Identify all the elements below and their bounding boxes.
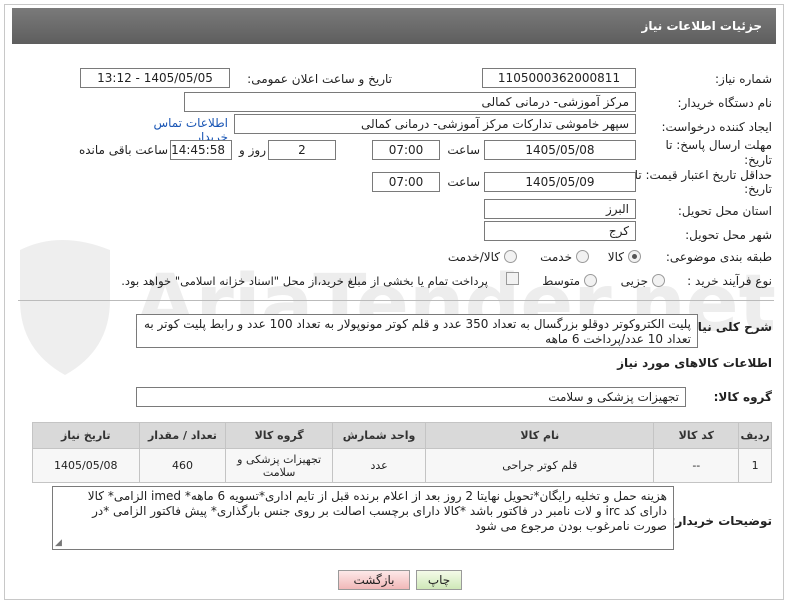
cell-date: 1405/05/08: [32, 448, 140, 483]
category-option-both: کالا/خدمت: [447, 250, 500, 264]
remaining-time-field[interactable]: 14:45:58: [170, 140, 232, 160]
province-label: استان محل تحویل:: [677, 204, 772, 218]
category-radio-goods[interactable]: [628, 250, 641, 263]
price-time-label: ساعت: [447, 175, 480, 189]
process-option-medium: متوسط: [542, 274, 580, 288]
days-field[interactable]: 2: [268, 140, 336, 160]
col-date: تاریخ نیاز: [32, 422, 140, 449]
summary-textarea[interactable]: پلیت الکتروکوتر دوقلو بزرگسال به تعداد 3…: [136, 314, 698, 348]
col-unit: واحد شمارش: [331, 422, 427, 449]
announce-label: تاریخ و ساعت اعلان عمومی:: [247, 72, 392, 86]
process-radio-minor[interactable]: [652, 274, 665, 287]
goods-group-label: گروه کالا:: [713, 390, 772, 404]
category-option-goods: کالا: [607, 250, 624, 264]
buyer-org-field[interactable]: مرکز آموزشی- درمانی کمالی: [184, 92, 636, 112]
city-label: شهر محل تحویل:: [685, 228, 772, 242]
days-label: روز و: [239, 143, 266, 157]
category-radio-service[interactable]: [576, 250, 589, 263]
print-button[interactable]: چاپ: [416, 570, 462, 590]
buyer-org-label: نام دستگاه خریدار:: [677, 96, 773, 110]
reply-date-field[interactable]: 1405/05/08: [484, 140, 636, 160]
table-header-row: ردیف کد کالا نام کالا واحد شمارش گروه کا…: [32, 422, 772, 449]
treasury-note: پرداخت تمام یا بخشی از مبلغ خرید،از محل …: [121, 274, 488, 288]
creator-label: ایجاد کننده درخواست:: [661, 120, 772, 134]
cell-code: --: [653, 448, 740, 483]
reply-time-field[interactable]: 07:00: [372, 140, 440, 160]
buyer-notes-textarea[interactable]: هزینه حمل و تخلیه رایگان*تحویل نهایتا 2 …: [52, 486, 674, 550]
remaining-label: ساعت باقی مانده: [78, 143, 168, 157]
cell-name: قلم کوتر جراحی: [425, 448, 655, 483]
col-qty: تعداد / مقدار: [138, 422, 227, 449]
goods-group-field[interactable]: تجهیزات پزشکی و سلامت: [136, 387, 686, 407]
need-number-label: شماره نیاز:: [715, 72, 772, 86]
category-option-service: خدمت: [540, 250, 572, 264]
cell-qty: 460: [138, 448, 227, 483]
reply-deadline-label: مهلت ارسال پاسخ: تا تاریخ:: [665, 138, 772, 167]
goods-table: ردیف کد کالا نام کالا واحد شمارش گروه کا…: [32, 422, 772, 483]
col-group: گروه کالا: [225, 422, 333, 449]
treasury-checkbox[interactable]: [506, 272, 519, 285]
divider: [18, 300, 774, 301]
resize-grip-icon[interactable]: ◢: [55, 538, 62, 548]
col-code: کد کالا: [653, 422, 740, 449]
province-field[interactable]: البرز: [484, 199, 636, 219]
announce-field[interactable]: 1405/05/05 - 13:12: [80, 68, 230, 88]
cell-group: تجهیزات پزشکی و سلامت: [225, 448, 333, 483]
price-validity-label: حداقل تاریخ اعتبار قیمت: تا تاریخ:: [634, 168, 772, 196]
summary-label: شرح کلی نیاز:: [686, 320, 772, 334]
process-label: نوع فرآیند خرید :: [687, 274, 772, 288]
process-radio-medium[interactable]: [584, 274, 597, 287]
city-field[interactable]: کرج: [484, 221, 636, 241]
cell-unit: عدد: [331, 448, 427, 483]
goods-section-title: اطلاعات کالاهای مورد نیاز: [617, 356, 772, 370]
process-option-minor: جزیی: [620, 274, 648, 288]
category-label: طبقه بندی موضوعی:: [665, 250, 772, 264]
col-name: نام کالا: [425, 422, 655, 449]
reply-time-label: ساعت: [447, 143, 480, 157]
price-time-field[interactable]: 07:00: [372, 172, 440, 192]
category-radio-both[interactable]: [504, 250, 517, 263]
buyer-notes-label: توضیحات خریدار:: [670, 514, 772, 528]
cell-row: 1: [738, 448, 772, 483]
price-date-field[interactable]: 1405/05/09: [484, 172, 636, 192]
col-row: ردیف: [738, 422, 772, 449]
back-button[interactable]: بازگشت: [338, 570, 410, 590]
table-row[interactable]: 1 -- قلم کوتر جراحی عدد تجهیزات پزشکی و …: [32, 448, 772, 483]
creator-field[interactable]: سپهر خاموشی تدارکات مرکز آموزشی- درمانی …: [234, 114, 636, 134]
page-title: جزئیات اطلاعات نیاز: [12, 8, 776, 44]
need-number-field[interactable]: 1105000362000811: [482, 68, 636, 88]
